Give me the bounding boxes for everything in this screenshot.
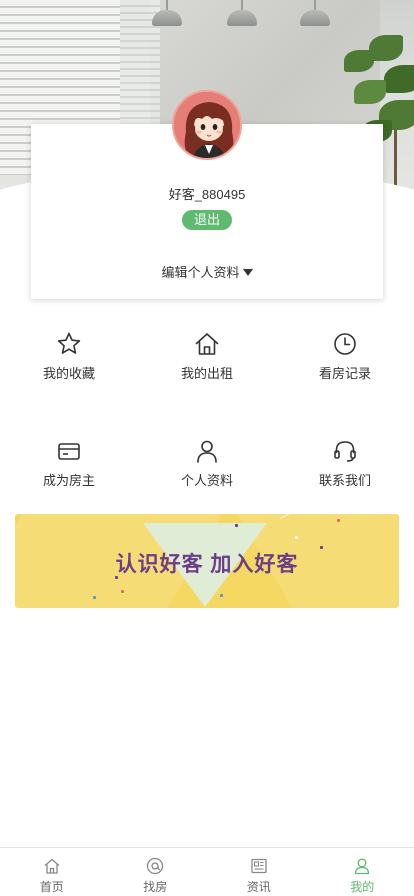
menu-item-become-landlord[interactable]: 成为房主 bbox=[0, 438, 138, 489]
join-banner[interactable]: 认识好客 加入好客 bbox=[15, 514, 399, 608]
profile-icon bbox=[355, 858, 370, 875]
edit-profile-label: 编辑个人资料 bbox=[161, 265, 240, 280]
bottom-tab-bar: 首页 找房 资讯 我的 bbox=[0, 847, 414, 896]
menu-item-label: 我的出租 bbox=[180, 366, 233, 381]
menu-item-personal-info[interactable]: 个人资料 bbox=[138, 438, 276, 489]
tab-my[interactable]: 我的 bbox=[311, 848, 414, 896]
menu-item-favorites[interactable]: 我的收藏 bbox=[0, 331, 138, 382]
menu-item-label: 看房记录 bbox=[318, 366, 371, 381]
tab-label: 我的 bbox=[350, 880, 375, 894]
headset-icon bbox=[334, 441, 356, 462]
news-icon bbox=[251, 858, 267, 874]
tab-news[interactable]: 资讯 bbox=[207, 848, 311, 896]
menu-item-label: 我的收藏 bbox=[42, 366, 95, 381]
tab-label: 找房 bbox=[143, 880, 168, 894]
search-at-icon bbox=[147, 857, 164, 875]
tab-label: 资讯 bbox=[246, 880, 271, 894]
menu-item-my-rentals[interactable]: 我的出租 bbox=[138, 331, 276, 382]
banner-title: 认识好客 加入好客 bbox=[115, 553, 299, 576]
menu-item-label: 个人资料 bbox=[180, 473, 233, 488]
tab-find-house[interactable]: 找房 bbox=[104, 848, 208, 896]
avatar[interactable] bbox=[172, 90, 242, 160]
pendant-lamp bbox=[298, 0, 332, 32]
menu-item-view-history[interactable]: 看房记录 bbox=[276, 331, 414, 382]
menu-item-contact-us[interactable]: 联系我们 bbox=[276, 438, 414, 489]
pendant-lamp bbox=[225, 0, 259, 32]
tab-home[interactable]: 首页 bbox=[0, 848, 104, 896]
card-icon bbox=[58, 443, 80, 460]
house-icon bbox=[195, 333, 219, 355]
tab-label: 首页 bbox=[39, 880, 64, 894]
edit-profile-link[interactable]: 编辑个人资料 bbox=[0, 262, 414, 281]
logout-button[interactable]: 退出 bbox=[182, 210, 232, 230]
home-icon bbox=[44, 858, 60, 874]
menu-item-label: 联系我们 bbox=[318, 473, 371, 488]
person-icon bbox=[197, 440, 217, 463]
menu-item-label: 成为房主 bbox=[42, 473, 95, 488]
clock-icon bbox=[334, 333, 356, 355]
username: 好客_880495 bbox=[168, 187, 246, 202]
star-icon bbox=[57, 332, 81, 354]
pendant-lamp bbox=[150, 0, 184, 32]
caret-down-icon bbox=[242, 269, 253, 276]
